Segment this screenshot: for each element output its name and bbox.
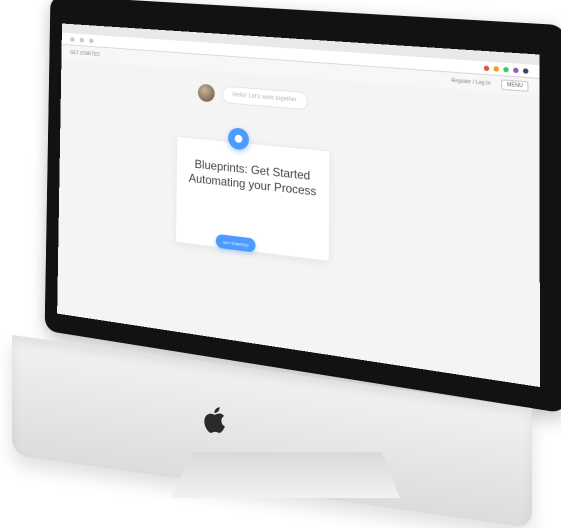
menu-button[interactable]: MENU [501,79,529,92]
register-login-link[interactable]: Register / Log In [451,78,490,87]
extension-icon[interactable] [493,65,499,72]
apple-logo [204,407,225,433]
forward-icon[interactable] [79,37,85,43]
extension-icon[interactable] [513,67,519,73]
imac-scene: GET STARTED Register / Log In MENU Hello… [0,0,561,528]
extension-icon[interactable] [503,66,509,72]
breadcrumb: GET STARTED [70,50,100,58]
back-icon[interactable] [70,36,75,42]
reload-icon[interactable] [89,37,94,43]
welcome-chat: Hello! Let's work together [197,83,308,111]
lightbulb-icon-glyph [234,134,243,144]
profile-icon[interactable] [522,67,529,74]
chat-bubble: Hello! Let's work together [222,85,308,111]
footer-note [216,263,273,270]
avatar [197,83,215,103]
browser-extensions [483,65,529,74]
extension-icon[interactable] [483,65,490,71]
monitor-stand [170,452,400,498]
